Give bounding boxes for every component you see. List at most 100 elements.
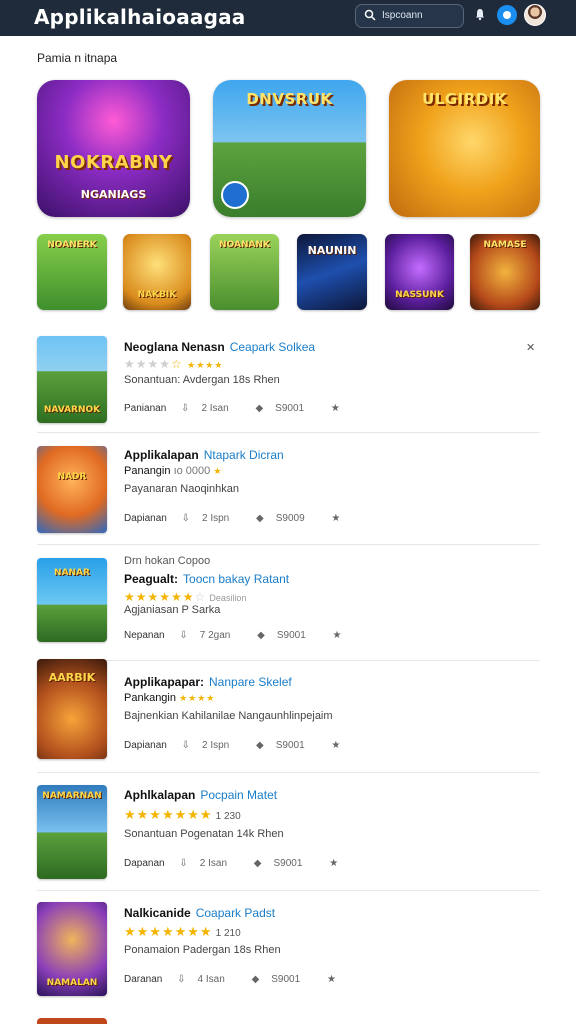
share-icon: ◆ <box>256 740 264 751</box>
thumb-title: NADR <box>57 472 87 482</box>
game-tile-5[interactable]: NASSUNK <box>385 234 454 310</box>
developer-link[interactable]: Toocn bakay Ratant <box>183 572 289 586</box>
app-meta: Daranan ⇩ 4 Isan ◆ S9001 ★ <box>124 974 348 985</box>
app-name-row: Aphlkalapan Pocpain Matet <box>124 788 277 802</box>
app-pretitle: Drn hokan Copoo <box>124 555 211 567</box>
download-icon: ⇩ <box>179 630 188 641</box>
app-description: Sonantuan: Avdergan 18s Rhen <box>124 374 280 386</box>
meta-size: 2 Ispn <box>201 513 230 524</box>
share-icon: ◆ <box>253 858 262 869</box>
hero-title: ULGIRDIK <box>422 90 507 108</box>
tile-title: NASSUNK <box>395 290 444 300</box>
download-icon: ⇩ <box>181 403 190 414</box>
meta-category: Dapianan <box>124 513 167 524</box>
app-thumbnail: NAVARNOK <box>37 336 107 423</box>
app-name: Aphlkalapan <box>124 788 196 802</box>
app-name: Applikapapar: <box>124 675 205 689</box>
app-meta: Dapanan ⇩ 2 Isan ◆ S9001 ★ <box>124 858 350 869</box>
app-description: Agjaniasan P Sarka <box>124 604 221 616</box>
meta-category: Dapianan <box>124 740 167 751</box>
meta-size: 2 Isan <box>201 403 229 414</box>
list-item-partial[interactable] <box>37 1018 107 1024</box>
tile-title: NOANERK <box>47 240 97 250</box>
app-name-row: Applikapapar: Nanpare Skelef <box>124 675 292 689</box>
meta-size: 2 Ispn <box>201 740 230 751</box>
download-icon: ⇩ <box>181 740 190 751</box>
developer-link[interactable]: Nanpare Skelef <box>209 675 292 689</box>
tile-title: NOANANK <box>219 240 270 250</box>
meta-category: Dapanan <box>124 858 165 869</box>
thumb-title: NAVARNOK <box>43 405 101 415</box>
hero-badge <box>221 181 249 209</box>
app-name-row: Applikalapan Ntapark Dicran <box>124 448 284 462</box>
app-meta: Panianan ⇩ 2 Isan ◆ S9001 ★ <box>124 403 352 414</box>
meta-downloads: S9001 <box>271 974 301 985</box>
meta-downloads: S9001 <box>275 740 305 751</box>
app-thumbnail: NANAR <box>37 558 107 642</box>
meta-downloads: S9009 <box>275 513 305 524</box>
app-thumbnail: AARBIK <box>37 659 107 759</box>
developer-link[interactable]: Ntapark Dicran <box>204 448 284 462</box>
star-icon[interactable]: ★ <box>327 974 336 985</box>
hero-card-2[interactable]: DNVSRUK <box>213 80 366 217</box>
meta-category: Daranan <box>124 974 163 985</box>
app-meta: Nepanan ⇩ 7 2gan ◆ S9001 ★ <box>124 630 354 641</box>
thumb-title: AARBIK <box>48 671 96 684</box>
rating-stars: ★★★★★★☆ Deasilion <box>124 590 247 604</box>
row-divider <box>37 890 540 891</box>
app-name: Peagualt: <box>124 572 179 586</box>
game-tile-6[interactable]: NAMASE <box>470 234 540 310</box>
download-icon: ⇩ <box>181 513 190 524</box>
meta-size: 7 2gan <box>199 630 231 641</box>
share-icon: ◆ <box>257 630 265 641</box>
hero-card-1[interactable]: NOKRABNY NGANIAGS <box>37 80 190 217</box>
app-category-label: Panangin <box>124 465 171 477</box>
star-icon[interactable]: ★ <box>331 403 340 414</box>
pin-icon[interactable]: ✕ <box>526 341 535 354</box>
avatar[interactable] <box>524 4 546 26</box>
app-meta: Dapianan ⇩ 2 Ispn ◆ S9009 ★ <box>124 513 352 524</box>
share-icon: ◆ <box>256 513 264 524</box>
developer-link[interactable]: Coapark Padst <box>196 906 275 920</box>
share-icon: ◆ <box>251 974 260 985</box>
thumb-title: NANAR <box>54 568 90 578</box>
app-name-row: Nalkicanide Coapark Padst <box>124 906 275 920</box>
star-icon[interactable]: ★ <box>331 513 340 524</box>
meta-size: 2 Isan <box>199 858 228 869</box>
hero-card-3[interactable]: ULGIRDIK <box>389 80 540 217</box>
status-indicator-icon[interactable] <box>497 5 517 25</box>
search-input[interactable]: Ispcoann <box>355 4 464 28</box>
thumb-title: NAMALAN <box>46 978 98 988</box>
star-icon[interactable]: ★ <box>331 740 340 751</box>
meta-category: Panianan <box>124 403 167 414</box>
game-tile-4[interactable]: NAUNIN <box>297 234 367 310</box>
app-subline: Pankangin ★★★★ <box>124 692 216 704</box>
bell-icon[interactable] <box>473 7 487 21</box>
game-tile-2[interactable]: NAKBIK <box>123 234 191 310</box>
top-bar: Applikalhaioaagaa Ispcoann <box>0 0 576 36</box>
app-thumbnail: NAMARNAN <box>37 785 107 879</box>
app-name: Nalkicanide <box>124 906 191 920</box>
app-name: Neoglana Nenasn <box>124 340 225 354</box>
app-name: Applikalapan <box>124 448 199 462</box>
meta-size: 4 Isan <box>197 974 225 985</box>
rating-stars: ★★★★★★★ 1 210 <box>124 924 241 939</box>
meta-downloads: S9001 <box>273 858 303 869</box>
game-tile-3[interactable]: NOANANK <box>210 234 279 310</box>
tile-title: NAMASE <box>483 240 527 250</box>
tile-title: NAKBIK <box>137 290 177 300</box>
row-divider <box>37 544 540 545</box>
hero-subtitle: NGANIAGS <box>80 188 147 201</box>
star-icon[interactable]: ★ <box>333 630 342 641</box>
meta-category: Nepanan <box>124 630 165 641</box>
app-thumbnail: NADR <box>37 446 107 533</box>
section-title: Pamia n itnapa <box>37 51 118 65</box>
search-icon <box>364 9 376 21</box>
star-icon[interactable]: ★ <box>329 858 338 869</box>
developer-link[interactable]: Ceapark Solkea <box>230 340 315 354</box>
row-divider <box>37 772 540 773</box>
app-subline: Panangin ıo 0000 ★ <box>124 465 223 477</box>
app-title: Applikalhaioaagaa <box>34 5 246 29</box>
game-tile-1[interactable]: NOANERK <box>37 234 107 310</box>
developer-link[interactable]: Pocpain Matet <box>200 788 277 802</box>
